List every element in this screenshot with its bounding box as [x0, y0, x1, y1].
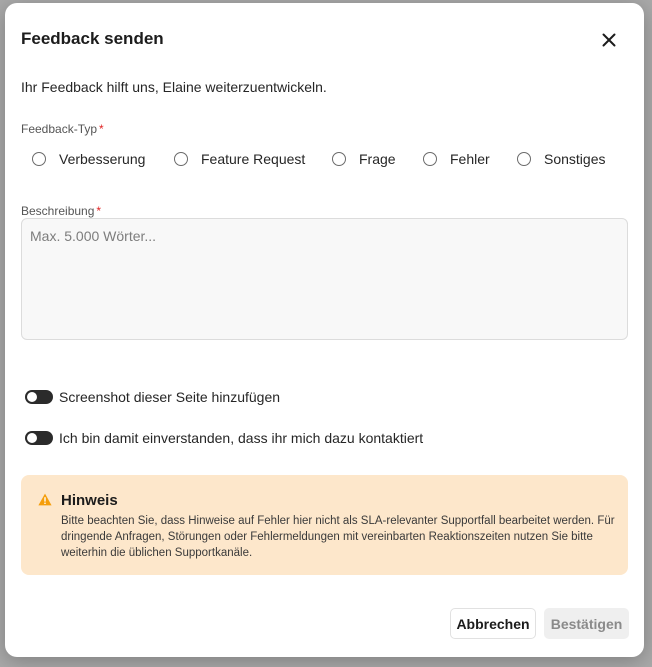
toggle-knob — [27, 392, 37, 402]
radio-feature-request[interactable]: Feature Request — [174, 148, 305, 170]
feedback-type-radio-group: Verbesserung Feature Request Frage Fehle… — [32, 148, 632, 170]
close-icon — [602, 33, 616, 47]
cancel-button[interactable]: Abbrechen — [450, 608, 536, 639]
screenshot-toggle[interactable] — [25, 390, 53, 404]
radio-verbesserung[interactable]: Verbesserung — [32, 148, 145, 170]
close-button[interactable] — [597, 28, 621, 52]
description-textarea[interactable] — [21, 218, 628, 340]
contact-toggle-row: Ich bin damit einverstanden, dass ihr mi… — [25, 428, 423, 448]
radio-circle[interactable] — [517, 152, 531, 166]
radio-fehler[interactable]: Fehler — [423, 148, 490, 170]
screenshot-toggle-row: Screenshot dieser Seite hinzufügen — [25, 387, 280, 407]
feedback-dialog: Feedback senden Ihr Feedback hilft uns, … — [5, 3, 644, 657]
radio-circle[interactable] — [423, 152, 437, 166]
confirm-button[interactable]: Bestätigen — [544, 608, 629, 639]
toggle-knob — [27, 433, 37, 443]
radio-label: Sonstiges — [544, 151, 606, 167]
description-field-wrapper — [21, 218, 628, 340]
notice-box: Hinweis Bitte beachten Sie, dass Hinweis… — [21, 475, 628, 575]
radio-sonstiges[interactable]: Sonstiges — [517, 148, 605, 170]
screenshot-toggle-label: Screenshot dieser Seite hinzufügen — [59, 389, 281, 405]
dialog-title: Feedback senden — [21, 29, 164, 48]
description-label: Beschreibung * — [21, 204, 102, 218]
radio-label: Fehler — [450, 151, 490, 167]
radio-label: Verbesserung — [59, 151, 146, 167]
radio-circle[interactable] — [174, 152, 188, 166]
warning-icon — [38, 493, 52, 506]
required-mark: * — [96, 204, 102, 218]
radio-circle[interactable] — [32, 152, 46, 166]
required-mark: * — [99, 122, 104, 136]
notice-title: Hinweis — [61, 492, 118, 509]
contact-toggle-label: Ich bin damit einverstanden, dass ihr mi… — [59, 430, 424, 446]
feedback-type-label: Feedback-Typ * — [21, 122, 104, 136]
radio-circle[interactable] — [332, 152, 346, 166]
notice-text: Bitte beachten Sie, dass Hinweise auf Fe… — [61, 515, 615, 559]
contact-toggle[interactable] — [25, 431, 53, 445]
radio-frage[interactable]: Frage — [332, 148, 396, 170]
radio-label: Frage — [359, 151, 396, 167]
radio-label: Feature Request — [201, 151, 306, 167]
dialog-intro: Ihr Feedback hilft uns, Elaine weiterzue… — [21, 79, 327, 95]
